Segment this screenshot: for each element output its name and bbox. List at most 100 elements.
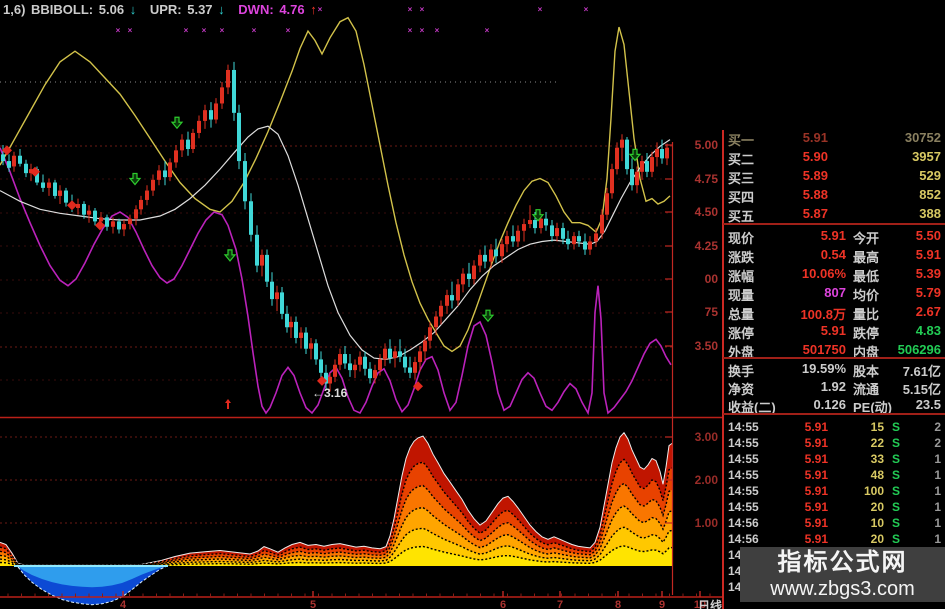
quote-value: 4.83 (915, 323, 941, 338)
candle-body (439, 305, 443, 317)
buy-signal-icon (128, 172, 142, 186)
candle-body (174, 150, 178, 163)
time-axis-label: 4 (119, 599, 127, 609)
tick-volume: 10 (870, 516, 884, 530)
candle-body (168, 162, 172, 178)
signal-mark-icon: × (128, 26, 133, 35)
candle-body (388, 348, 392, 359)
candle-body (319, 359, 323, 373)
bid-row[interactable]: 买四 5.88 852 (723, 187, 945, 206)
candle-body (1, 154, 5, 162)
sub-axis-label: 1.00 (694, 516, 718, 530)
candle-body (163, 170, 167, 178)
candle-body (378, 359, 382, 371)
tick-direction: S (892, 500, 901, 514)
quote-label: 现量 (728, 288, 755, 303)
candle-body (358, 356, 362, 365)
tick-volume: 15 (870, 420, 884, 434)
tick-volume: 22 (870, 436, 884, 450)
signal-mark-icon: × (286, 26, 291, 35)
candle-body (550, 225, 554, 237)
candle-body (511, 236, 515, 242)
tick-volume: 20 (870, 532, 884, 546)
candle-body (434, 316, 438, 328)
time-axis-label: 9 (658, 599, 666, 609)
dwn-label: DWN: (238, 2, 274, 17)
tick-row[interactable]: 14:55 5.91 48 S 1 (723, 468, 945, 484)
quote-row: 现价 5.91 今开 5.50 (723, 228, 945, 247)
quote-value: 5.39 (915, 266, 941, 281)
tick-row[interactable]: 14:55 5.91 15 S 2 (723, 420, 945, 436)
candle-body (478, 254, 482, 266)
bid-row[interactable]: 买三 5.89 529 (723, 168, 945, 187)
tick-price: 5.91 (804, 436, 828, 450)
candle-body (461, 273, 465, 285)
candle-body (237, 112, 241, 162)
tick-row[interactable]: 14:55 5.91 22 S 2 (723, 436, 945, 452)
candle-body (450, 295, 454, 301)
bid-level-label: 买二 (728, 152, 755, 167)
candle-body (383, 348, 387, 360)
candle-body (289, 321, 293, 328)
tick-count: 1 (934, 452, 941, 466)
quote-value: 2.67 (915, 304, 941, 319)
fund-value: 7.61亿 (902, 364, 941, 379)
candle-body (467, 273, 471, 279)
quote-label: 最低 (853, 269, 880, 284)
tick-time: 14:55 (728, 484, 759, 498)
quote-value: 506296 (897, 342, 941, 357)
tick-row[interactable]: 14:55 5.91 20 S 1 (723, 500, 945, 516)
signal-mark-icon: × (408, 5, 413, 14)
candle-body (561, 228, 565, 239)
candle-body (544, 218, 548, 226)
quote-row: 涨停 5.91 跌停 4.83 (723, 323, 945, 342)
tick-price: 5.91 (804, 452, 828, 466)
quote-value: 5.91 (915, 247, 941, 262)
candle-body (625, 139, 629, 170)
candle-body (280, 292, 284, 314)
price-axis-label: 75 (704, 305, 718, 319)
bid-level-label: 买四 (728, 190, 755, 205)
quote-label: 涨停 (728, 326, 755, 341)
candle-body (398, 351, 402, 357)
bid-price: 5.87 (802, 206, 828, 221)
candle-body (214, 103, 218, 120)
period-selector-daily[interactable]: 日线 (698, 597, 722, 609)
quote-row: 现量 807 均价 5.79 (723, 285, 945, 304)
candle-body (655, 149, 659, 158)
signal-mark-icon: × (202, 26, 207, 35)
fund-value: 5.15亿 (902, 382, 941, 397)
bbiboll-label: BBIBOLL: (31, 2, 94, 17)
candle-body (314, 343, 318, 360)
bid-volume: 3957 (912, 149, 941, 164)
candle-body (353, 364, 357, 371)
tick-row[interactable]: 14:56 5.91 10 S 1 (723, 516, 945, 532)
price-axis-label: 4.25 (694, 239, 718, 253)
candle-body (566, 238, 570, 245)
bid-row[interactable]: 买二 5.90 3957 (723, 149, 945, 168)
tick-row[interactable]: 14:55 5.91 33 S 1 (723, 452, 945, 468)
candle-body (47, 182, 51, 188)
candle-body (99, 217, 103, 222)
fundamental-row: 换手 19.59% 股本 7.61亿 (723, 361, 945, 380)
tick-price: 5.91 (804, 532, 828, 546)
panel-divider (723, 413, 945, 415)
down-arrow-icon: ↓ (129, 2, 137, 17)
quote-label: 涨幅 (728, 269, 755, 284)
price-axis-label: 4.50 (694, 205, 718, 219)
quote-label: 现价 (728, 231, 755, 246)
signal-mark-icon: × (252, 26, 257, 35)
buy-signal-icon (170, 116, 184, 130)
tick-volume: 33 (870, 452, 884, 466)
volume-wave-layer (0, 483, 672, 566)
tick-volume: 20 (870, 500, 884, 514)
candle-body (243, 161, 247, 202)
quote-label: 最高 (853, 250, 880, 265)
bid-row[interactable]: 买一 5.91 30752 (723, 130, 945, 149)
tick-row[interactable]: 14:55 5.91 100 S 1 (723, 484, 945, 500)
candle-body (528, 220, 532, 225)
tick-price: 5.91 (804, 468, 828, 482)
tick-price: 5.91 (804, 500, 828, 514)
tick-row[interactable]: 14:56 5.91 20 S 1 (723, 532, 945, 548)
bid-price: 5.91 (802, 130, 828, 145)
